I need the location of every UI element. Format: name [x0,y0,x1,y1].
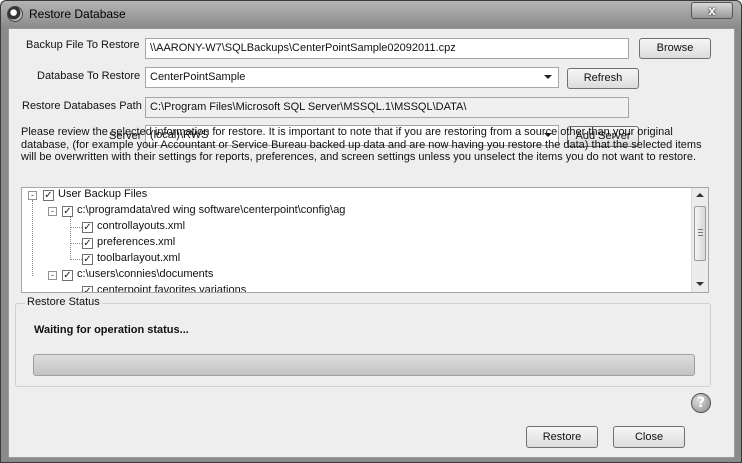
title-bar[interactable]: Restore Database x [1,1,741,27]
checkbox[interactable]: ✓ [82,222,93,233]
backup-files-tree[interactable]: - ✓ User Backup Files - ✓ c:\programdata… [21,187,709,293]
grip-line [698,235,703,236]
status-message: Waiting for operation status... [34,324,189,336]
restore-progress-bar [33,354,695,376]
checkbox[interactable]: ✓ [82,238,93,249]
tree-item-label: centerpoint favorites variations [97,284,247,293]
tree-item[interactable]: - ✓ c:\programdata\red wing software\cen… [22,204,682,220]
close-icon: x [708,3,716,18]
browse-button[interactable]: Browse [639,38,711,59]
tree-item[interactable]: ✓ preferences.xml [22,236,682,252]
help-icon[interactable]: ? [691,393,711,413]
tree-item-label: c:\users\connies\documents [77,268,214,280]
tree-item[interactable]: ✓ centerpoint favorites variations [22,284,682,293]
restore-database-window: Restore Database x Backup File To Restor… [0,0,742,463]
close-button[interactable]: Close [613,426,685,448]
checkbox[interactable]: ✓ [82,286,93,292]
refresh-button[interactable]: Refresh [567,68,639,89]
scroll-down-icon[interactable] [696,282,704,286]
restore-path-label: Restore Databases Path [22,100,142,112]
checkbox[interactable]: ✓ [82,254,93,265]
tree-item[interactable]: - ✓ c:\users\connies\documents [22,268,682,284]
tree-item-label: c:\programdata\red wing software\centerp… [77,204,346,216]
tree-scrollbar[interactable] [691,188,708,292]
database-select[interactable]: CenterPointSample [145,67,559,88]
restore-status-group: Restore Status Waiting for operation sta… [15,296,711,387]
collapse-toggle[interactable]: - [48,207,57,216]
checkbox[interactable]: ✓ [43,190,54,201]
grip-line [698,232,703,233]
database-value: CenterPointSample [150,71,246,83]
close-window-button[interactable]: x [691,2,733,19]
backup-file-input[interactable]: \\AARONY-W7\SQLBackups\CenterPointSample… [145,38,629,59]
app-icon [7,6,23,22]
restore-status-title: Restore Status [25,296,102,308]
checkbox[interactable]: ✓ [62,270,73,281]
tree-item-label: preferences.xml [97,236,176,248]
tree-item[interactable]: ✓ controllayouts.xml [22,220,682,236]
tree-item[interactable]: - ✓ User Backup Files [22,188,682,204]
database-label: Database To Restore [37,70,141,82]
scroll-up-icon[interactable] [696,193,704,197]
backup-file-label: Backup File To Restore [26,39,140,51]
tree-item[interactable]: ✓ toolbarlayout.xml [22,252,682,268]
scrollbar-thumb[interactable] [694,206,706,261]
checkbox[interactable]: ✓ [62,206,73,217]
tree-item-label: User Backup Files [58,188,148,200]
chevron-down-icon [544,75,552,79]
restore-path-field: C:\Program Files\Microsoft SQL Server\MS… [145,97,629,118]
collapse-toggle[interactable]: - [28,191,37,200]
window-title: Restore Database [29,7,126,21]
restore-info-text: Please review the selected information f… [21,126,702,163]
collapse-toggle[interactable]: - [48,271,57,280]
restore-button[interactable]: Restore [526,426,598,448]
grip-line [698,229,703,230]
tree-item-label: controllayouts.xml [97,220,186,232]
tree-item-label: toolbarlayout.xml [97,252,181,264]
